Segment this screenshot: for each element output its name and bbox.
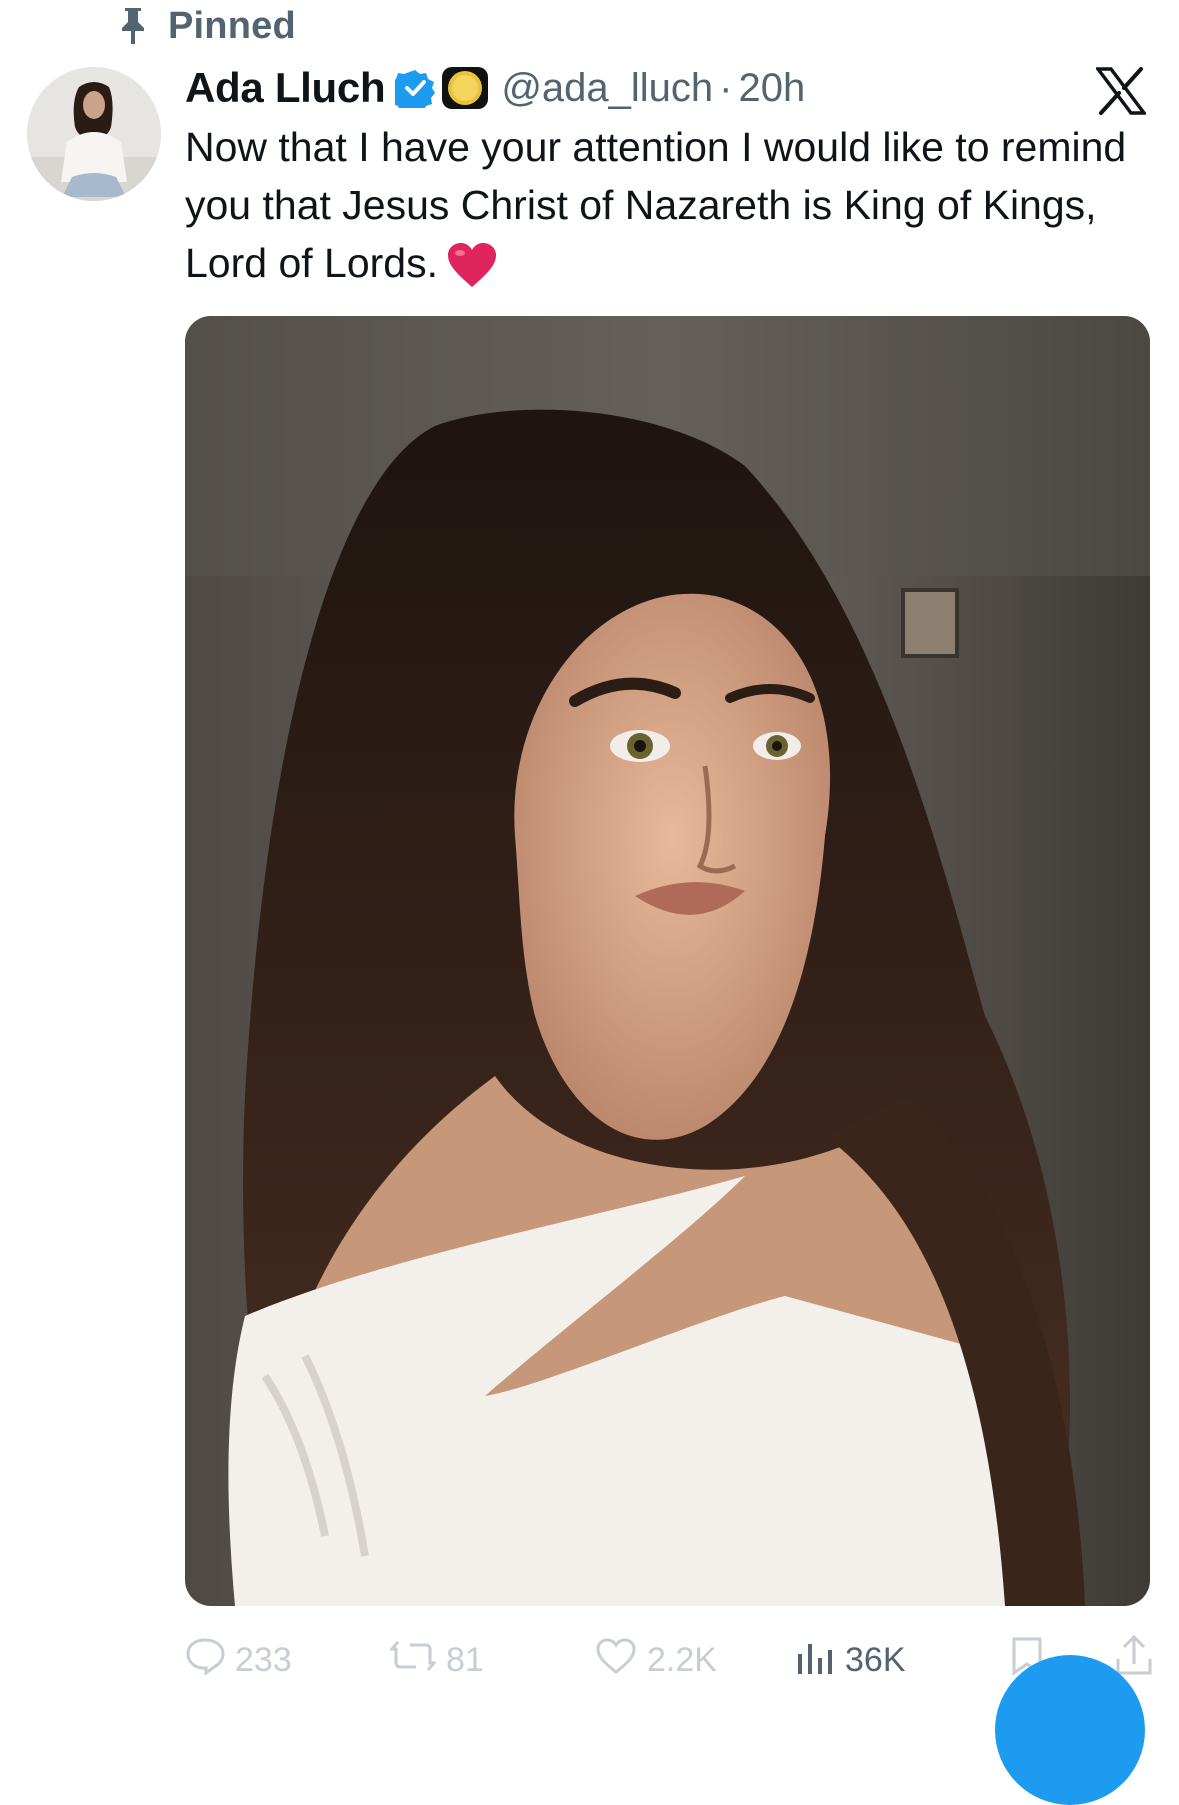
- pin-icon: [118, 6, 148, 46]
- tweet-photo[interactable]: [185, 316, 1150, 1606]
- avatar[interactable]: [27, 67, 161, 201]
- reply-icon: [185, 1637, 225, 1684]
- like-button[interactable]: 2.2K: [595, 1637, 717, 1684]
- reply-count: 233: [235, 1640, 292, 1679]
- tweet-text: Now that I have your attention I would l…: [185, 118, 1165, 304]
- tweet-time[interactable]: 20h: [739, 66, 806, 111]
- verified-badge-icon[interactable]: [395, 68, 436, 108]
- author-handle[interactable]: @ada_lluch: [501, 66, 713, 111]
- retweet-icon: [388, 1638, 438, 1683]
- tweet-text-content: Now that I have your attention I would l…: [185, 124, 1127, 286]
- views-count: 36K: [845, 1640, 906, 1679]
- separator-dot: ·: [719, 65, 733, 110]
- retweet-count: 81: [446, 1640, 484, 1679]
- reply-button[interactable]: 233: [185, 1637, 292, 1684]
- views-button[interactable]: 36K: [795, 1636, 906, 1685]
- pinned-indicator: Pinned: [118, 0, 296, 52]
- author-name[interactable]: Ada Lluch: [185, 64, 386, 112]
- compose-fab-button[interactable]: [995, 1655, 1145, 1805]
- tweet-header: Ada Lluch @ada_lluch · 20h: [185, 58, 805, 118]
- red-heart-emoji-icon: [446, 241, 498, 304]
- views-bar-chart-icon: [795, 1636, 835, 1685]
- like-count: 2.2K: [647, 1640, 717, 1679]
- gold-coin-icon[interactable]: [441, 66, 489, 110]
- pinned-label: Pinned: [168, 4, 296, 47]
- heart-icon: [595, 1637, 637, 1684]
- x-logo-icon: [1094, 66, 1148, 116]
- retweet-button[interactable]: 81: [388, 1638, 484, 1683]
